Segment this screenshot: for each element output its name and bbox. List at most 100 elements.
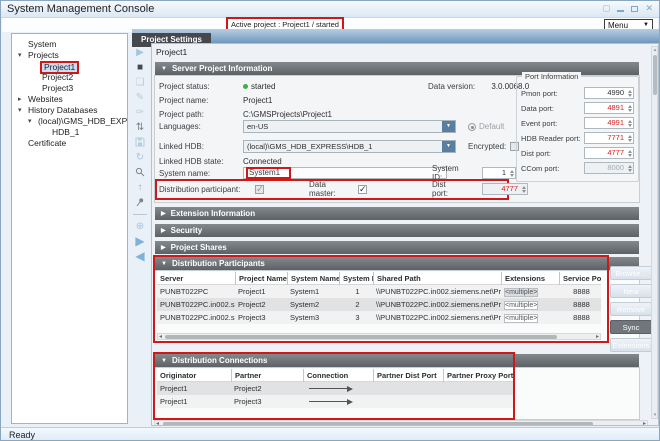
- table-row[interactable]: PUNBT022PC.in002.sieme Project3 System3 …: [157, 311, 601, 324]
- sync-button[interactable]: Sync: [610, 320, 652, 334]
- tree-item-hdb-express[interactable]: ▾(local)\GMS_HDB_EXPRESS: [12, 116, 127, 127]
- search-icon[interactable]: [132, 167, 148, 178]
- section-extension-information[interactable]: ▶ Extension Information: [155, 207, 639, 220]
- event-port-spinner[interactable]: 4991: [584, 117, 634, 129]
- extensions-button[interactable]: Extensions: [610, 338, 652, 352]
- table-row[interactable]: Project1 Project3: [157, 395, 515, 408]
- scrollbar-thumb[interactable]: [165, 335, 557, 339]
- dist-port-spinner[interactable]: 4777: [482, 183, 528, 195]
- data-master-checkbox[interactable]: [358, 185, 367, 194]
- pmon-port-spinner[interactable]: 4990: [584, 87, 634, 99]
- distribution-participant-checkbox[interactable]: [255, 185, 264, 194]
- forward-icon[interactable]: ▶: [132, 236, 148, 247]
- section-project-shares[interactable]: ▶ Project Shares: [155, 241, 639, 254]
- column-header-partner[interactable]: Partner: [231, 369, 303, 382]
- column-header-service-port[interactable]: Service Po: [559, 272, 601, 285]
- column-header-system-name[interactable]: System Name: [287, 272, 339, 285]
- spinner-up-icon[interactable]: [628, 90, 632, 93]
- collapse-arrow-icon[interactable]: ▾: [28, 116, 32, 127]
- section-distribution-participants[interactable]: ▼ Distribution Participants: [155, 257, 639, 270]
- sort-icon[interactable]: ⇅: [132, 122, 148, 133]
- spinner-down-icon[interactable]: [628, 109, 632, 112]
- column-header-extensions[interactable]: Extensions: [501, 272, 559, 285]
- sign-icon[interactable]: ✑: [132, 107, 148, 118]
- pin-icon[interactable]: [132, 197, 148, 208]
- linked-hdb-dropdown[interactable]: (local)\GMS_HDB_EXPRESS\HDB_1 ▼: [243, 140, 456, 153]
- minimize-icon[interactable]: [617, 10, 624, 12]
- scroll-down-icon[interactable]: ▾: [652, 412, 658, 418]
- remove-button[interactable]: Remove: [610, 302, 652, 316]
- edit-icon[interactable]: ✎: [132, 92, 148, 103]
- column-header-system-id[interactable]: System ID: [339, 272, 373, 285]
- play-icon[interactable]: ▶: [132, 47, 148, 58]
- refresh-icon[interactable]: ↻: [132, 152, 148, 163]
- column-header-project-name[interactable]: Project Name: [235, 272, 287, 285]
- tree-item-system[interactable]: System: [12, 39, 127, 50]
- section-distribution-connections[interactable]: ▼ Distribution Connections: [155, 354, 639, 367]
- browse-button[interactable]: Browse...: [610, 266, 652, 280]
- spinner-down-icon[interactable]: [628, 124, 632, 127]
- spinner-down-icon[interactable]: [628, 94, 632, 97]
- data-port-spinner[interactable]: 4891: [584, 102, 634, 114]
- system-id-spinner[interactable]: 1: [482, 167, 516, 179]
- spinner-down-icon[interactable]: [522, 190, 526, 193]
- spinner-down-icon[interactable]: [628, 139, 632, 142]
- arrow-up-icon[interactable]: ↑: [132, 182, 148, 193]
- column-header-shared-path[interactable]: Shared Path: [373, 272, 501, 285]
- maximize-icon[interactable]: [631, 6, 638, 12]
- extensions-field[interactable]: <multiple>: [504, 301, 538, 310]
- column-header-server[interactable]: Server: [157, 272, 235, 285]
- scroll-left-icon[interactable]: ◂: [156, 420, 159, 426]
- table-row[interactable]: PUNBT022PC.in002.sieme Project2 System2 …: [157, 298, 601, 311]
- save-icon[interactable]: [132, 137, 148, 148]
- participants-hscrollbar[interactable]: ◂ ▸: [157, 333, 601, 340]
- scrollbar-thumb[interactable]: [653, 55, 657, 95]
- tree-item-project3[interactable]: Project3: [12, 83, 127, 94]
- scroll-left-icon[interactable]: ◂: [159, 333, 162, 340]
- expand-arrow-icon[interactable]: ▸: [18, 94, 22, 105]
- tree-item-hdb-1[interactable]: HDB_1: [12, 127, 127, 138]
- tree-item-project2[interactable]: Project2: [12, 72, 127, 83]
- collapse-arrow-icon[interactable]: ▾: [18, 50, 22, 61]
- add-icon[interactable]: ⊕: [132, 221, 148, 232]
- tree-item-projects[interactable]: ▾Projects: [12, 50, 127, 61]
- copy-icon[interactable]: ❏: [132, 77, 148, 88]
- chevron-down-icon[interactable]: ▼: [442, 141, 455, 152]
- section-security[interactable]: ▶ Security: [155, 224, 639, 237]
- spinner-up-icon[interactable]: [628, 165, 632, 168]
- hdb-reader-port-spinner[interactable]: 7771: [584, 132, 634, 144]
- new-button[interactable]: New: [610, 284, 652, 298]
- table-row[interactable]: Project1 Project2: [157, 382, 515, 395]
- spinner-down-icon[interactable]: [628, 154, 632, 157]
- tree-item-websites[interactable]: ▸Websites: [12, 94, 127, 105]
- tree-item-history-databases[interactable]: ▾History Databases: [12, 105, 127, 116]
- back-icon[interactable]: ◀: [132, 251, 148, 262]
- scroll-right-icon[interactable]: ▸: [596, 333, 599, 340]
- default-radio[interactable]: [468, 123, 476, 131]
- spinner-up-icon[interactable]: [510, 170, 514, 173]
- scrollbar-thumb[interactable]: [163, 422, 593, 426]
- spinner-down-icon[interactable]: [510, 174, 514, 177]
- spinner-up-icon[interactable]: [628, 135, 632, 138]
- column-header-partner-dist-port[interactable]: Partner Dist Port: [373, 369, 443, 382]
- column-header-partner-proxy-port[interactable]: Partner Proxy Port: [443, 369, 515, 382]
- column-header-originator[interactable]: Originator: [157, 369, 231, 382]
- column-header-connection[interactable]: Connection: [303, 369, 373, 382]
- extensions-field[interactable]: <multiple>: [504, 314, 538, 323]
- spinner-up-icon[interactable]: [522, 186, 526, 189]
- main-hscrollbar[interactable]: ◂ ▸: [154, 420, 648, 426]
- spinner-up-icon[interactable]: [628, 105, 632, 108]
- spinner-up-icon[interactable]: [628, 120, 632, 123]
- stop-icon[interactable]: ■: [132, 62, 148, 73]
- system-name-input[interactable]: System1: [243, 167, 447, 179]
- chevron-down-icon[interactable]: ▼: [442, 121, 455, 132]
- close-icon[interactable]: ✕: [645, 3, 653, 14]
- scroll-up-icon[interactable]: ▴: [652, 47, 658, 53]
- main-vscrollbar[interactable]: ▴ ▾: [651, 46, 658, 419]
- dist-port-info-spinner[interactable]: 4777: [584, 147, 634, 159]
- tree-item-project1[interactable]: Project1: [12, 61, 127, 72]
- collapse-arrow-icon[interactable]: ▾: [18, 105, 22, 116]
- languages-dropdown[interactable]: en-US ▼: [243, 120, 456, 133]
- spinner-down-icon[interactable]: [628, 169, 632, 172]
- extensions-field[interactable]: <multiple>: [504, 288, 538, 297]
